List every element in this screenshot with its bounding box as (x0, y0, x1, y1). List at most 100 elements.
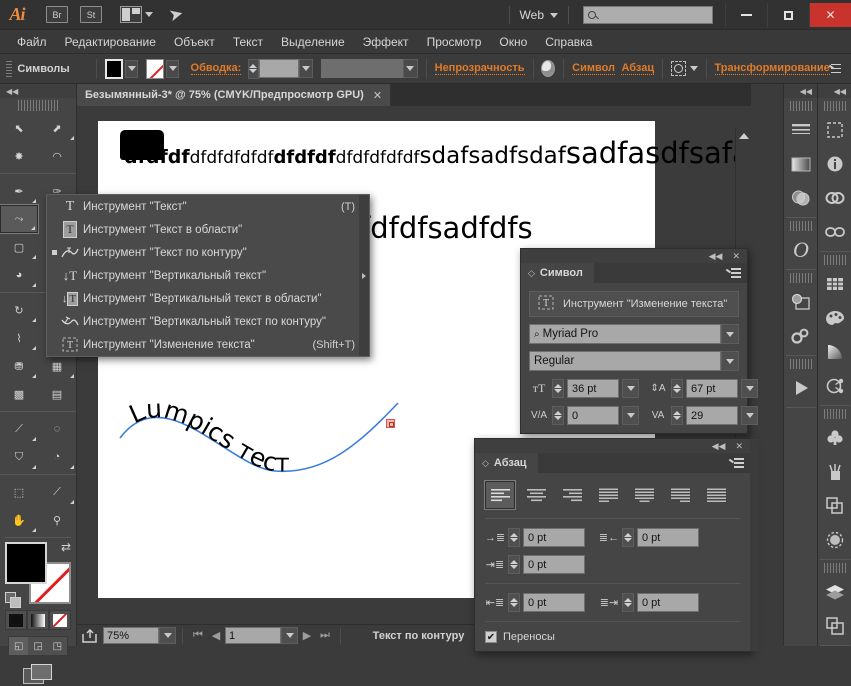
character-styles-panel-icon[interactable]: O (784, 233, 818, 267)
align-center-button[interactable] (521, 481, 551, 509)
indent-left-input[interactable]: 0 pt (523, 528, 585, 547)
zoom-level-dropdown[interactable] (159, 627, 176, 644)
tool-mesh[interactable]: ▩ (0, 380, 38, 408)
leading-stepper[interactable] (671, 379, 683, 398)
minimize-button[interactable] (725, 3, 767, 27)
toolbox-grip[interactable] (18, 100, 58, 111)
artboard-number-field[interactable]: 1 (225, 627, 281, 644)
indent-first-line-input[interactable]: 0 pt (523, 555, 585, 574)
actions-panel-icon[interactable] (784, 319, 818, 353)
indent-right-stepper[interactable] (622, 528, 634, 547)
gradient-panel-icon[interactable] (784, 147, 818, 181)
tracking-field-group[interactable]: VA 29 (648, 406, 758, 425)
space-after-group[interactable]: ≣⇥ 0 pt (599, 593, 699, 612)
flyout-item-touch-type-tool[interactable]: T Инструмент "Изменение текста" (Shift+T… (47, 333, 369, 356)
stock-button[interactable]: St (80, 6, 102, 23)
space-before-input[interactable]: 0 pt (523, 593, 585, 612)
collapse-icon[interactable]: ◀◀ (709, 251, 723, 262)
flyout-item-type-tool[interactable]: T Инструмент "Текст" (T) (47, 195, 369, 218)
close-button[interactable]: ✕ (809, 3, 851, 27)
color-button[interactable] (5, 610, 27, 630)
opacity-mask-icon[interactable] (541, 60, 556, 77)
flyout-item-type-on-path-tool[interactable]: Инструмент "Текст по контуру" (47, 241, 369, 264)
tool-slice[interactable]: ⟋ (38, 478, 76, 506)
stroke-color-swatch[interactable] (146, 58, 165, 79)
stroke-weight-dropdown[interactable] (298, 59, 314, 78)
tool-paintbrush[interactable]: ◕ (0, 261, 38, 289)
font-family-dropdown[interactable] (721, 324, 739, 344)
paragraph-panel-titlebar[interactable]: ◀◀ ✕ (475, 439, 750, 453)
indent-left-stepper[interactable] (508, 528, 520, 547)
menu-item-type[interactable]: Текст (224, 30, 272, 54)
font-style-input[interactable]: Regular (529, 351, 721, 371)
justify-all-button[interactable] (701, 481, 731, 509)
indent-right-group[interactable]: ≣← 0 pt (599, 528, 699, 547)
character-panel-titlebar[interactable]: ◀◀ ✕ (521, 249, 747, 263)
dock-a-grip-4[interactable] (789, 359, 812, 369)
paragraph-panel-link[interactable]: Абзац (621, 62, 655, 75)
stroke-dropdown-button[interactable] (166, 59, 180, 78)
tab-character[interactable]: ◇ Символ (521, 263, 594, 283)
toolbox-collapse-button[interactable]: ◀◀ (0, 84, 76, 98)
indent-first-line-stepper[interactable] (508, 555, 520, 574)
justify-last-right-button[interactable] (665, 481, 695, 509)
select-similar-icon[interactable] (670, 61, 686, 76)
share-icon[interactable] (77, 625, 103, 647)
tool-rectangle[interactable]: ▢ (0, 233, 38, 261)
tool-symbol-sprayer[interactable]: ⛉ (0, 443, 38, 471)
dock-b-collapse-button[interactable]: ◀◀ (818, 84, 851, 98)
tool-direct-selection[interactable]: ⬈ (38, 114, 76, 142)
dock-a-grip[interactable] (789, 101, 812, 111)
change-screen-mode-button[interactable] (23, 664, 53, 686)
stroke-weight-label[interactable]: Обводка: (190, 62, 242, 75)
indent-left-group[interactable]: →≣ 0 pt (485, 528, 585, 547)
flyout-item-vertical-area-type-tool[interactable]: ↓ T Инструмент "Вертикальный текст в обла… (47, 287, 369, 310)
artboard-text-line-2[interactable]: fdfdfsadfdfs (360, 211, 533, 245)
menu-item-file[interactable]: Файл (8, 30, 56, 54)
artboards-panel-icon[interactable] (818, 113, 851, 147)
tool-artboard[interactable]: ⬚ (0, 478, 38, 506)
layers-panel-icon[interactable] (818, 575, 851, 609)
paragraph-panel-menu-icon[interactable] (728, 457, 744, 469)
artboard-number-dropdown[interactable] (281, 627, 298, 644)
tool-lasso[interactable]: ◠ (38, 142, 76, 170)
tool-width[interactable]: ⌇ (0, 324, 38, 352)
menu-item-effect[interactable]: Эффект (354, 30, 418, 54)
tracking-dropdown[interactable] (741, 406, 758, 425)
menu-item-object[interactable]: Объект (165, 30, 224, 54)
menu-item-view[interactable]: Просмотр (418, 30, 491, 54)
touch-type-tool-button[interactable]: T Инструмент "Изменение текста" (529, 291, 739, 317)
hyphenate-checkbox[interactable]: ✔ (485, 631, 497, 643)
font-size-stepper[interactable] (552, 379, 564, 398)
fill-color-well[interactable] (5, 542, 47, 584)
align-right-button[interactable] (557, 481, 587, 509)
dock-a-collapse-button[interactable]: ◀◀ (784, 84, 817, 98)
leading-field-group[interactable]: ⇕A 67 pt (648, 379, 758, 398)
tool-hand[interactable]: ✋ (0, 506, 38, 534)
fill-color-swatch[interactable] (104, 58, 123, 79)
font-style-dropdown[interactable] (721, 351, 739, 371)
image-trace-panel-icon[interactable] (784, 285, 818, 319)
space-before-stepper[interactable] (508, 593, 520, 612)
fill-dropdown-button[interactable] (124, 59, 139, 78)
draw-inside-button[interactable]: ◳ (48, 637, 67, 655)
transparency-panel-icon[interactable] (784, 181, 818, 215)
next-artboard-button[interactable]: ▶ (298, 625, 316, 647)
dock-b-grip-4[interactable] (823, 563, 846, 573)
arrange-documents-button[interactable] (120, 6, 153, 23)
close-icon[interactable]: ✕ (735, 441, 743, 452)
character-panel[interactable]: ◀◀ ✕ ◇ Символ T Инструмент "Изменение те… (520, 248, 758, 434)
justify-last-left-button[interactable] (593, 481, 623, 509)
tool-eyedropper[interactable]: ⟋ (0, 415, 38, 443)
dock-b-grip[interactable] (823, 101, 846, 111)
character-panel-menu-icon[interactable] (725, 267, 741, 279)
maximize-button[interactable] (767, 3, 809, 27)
rocket-icon[interactable]: ➤ (167, 4, 185, 26)
type-tool-flyout-menu[interactable]: T Инструмент "Текст" (T) T Инструмент "Т… (46, 194, 370, 357)
control-bar-grip[interactable] (6, 60, 13, 77)
indent-right-input[interactable]: 0 pt (637, 528, 699, 547)
kerning-dropdown[interactable] (622, 406, 639, 425)
default-fill-stroke-icon[interactable] (5, 592, 21, 608)
tool-blend[interactable]: ◌ (38, 415, 76, 443)
link-chain-icon[interactable] (818, 215, 851, 249)
